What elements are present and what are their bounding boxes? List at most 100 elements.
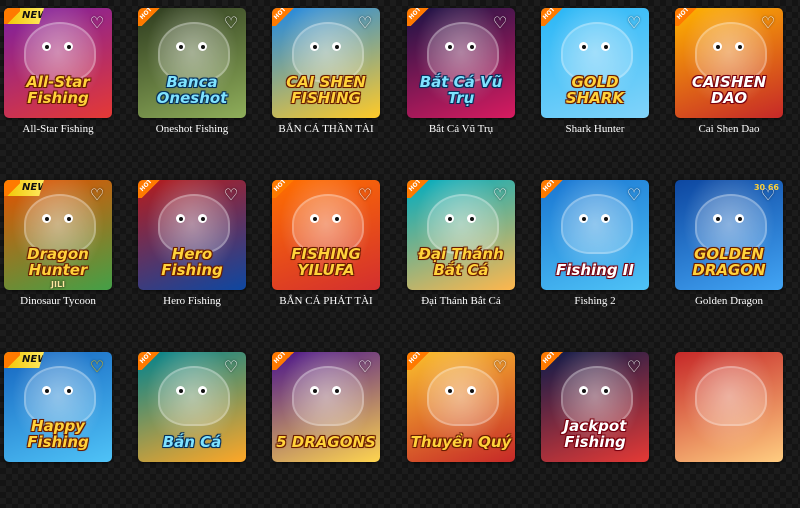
game-card[interactable] [669,348,789,508]
game-card[interactable]: All-Star Fishing NEW ♡ All-Star Fishing [0,4,118,164]
game-grid: All-Star Fishing NEW ♡ All-Star Fishing Banc… [0,0,800,462]
game-thumbnail[interactable]: Fishing II HOT ♡ [541,180,649,290]
game-logo-text: CAI SHEN FISHING [286,73,366,107]
hot-badge: HOT [541,8,563,26]
favorite-heart-icon[interactable]: ♡ [491,14,509,32]
favorite-heart-icon[interactable]: ♡ [491,186,509,204]
game-thumbnail[interactable]: Bắn Cá HOT ♡ [138,352,246,462]
game-thumbnail[interactable]: Jackpot Fishing HOT ♡ [541,352,649,462]
game-title[interactable]: Bắt Cá Vũ Trụ [401,122,521,136]
game-title[interactable]: BẮN CÁ THẦN TÀI [266,122,386,136]
game-thumbnail[interactable]: 5 DRAGONS HOT ♡ [272,352,380,462]
character-eye [579,214,588,223]
game-title[interactable]: Fishing 2 [535,294,655,308]
character-eye [332,42,341,51]
favorite-heart-icon[interactable]: ♡ [356,14,374,32]
hot-badge-label: HOT [541,352,557,366]
character-eye [445,214,454,223]
game-title[interactable]: BẮN CÁ PHÁT TÀI [266,294,386,308]
character-eye [198,386,207,395]
game-logo-text: Bắn Cá [162,433,222,451]
game-card[interactable]: CAISHEN DAO HOT ♡ Cai Shen Dao [669,4,789,164]
favorite-heart-icon[interactable]: ♡ [625,186,643,204]
character-eye [445,386,454,395]
game-logo-text: GOLDEN DRAGON [692,245,766,279]
game-title[interactable]: All-Star Fishing [0,122,118,136]
favorite-heart-icon[interactable]: ♡ [222,14,240,32]
game-card[interactable]: FISHING YILUFA HOT ♡ BẮN CÁ PHÁT TÀI [266,176,386,336]
game-card[interactable]: GOLDEN DRAGON 30 66 ♡ Golden Dragon [669,176,789,336]
favorite-heart-icon[interactable]: ♡ [356,186,374,204]
game-thumbnail[interactable]: Happy Fishing NEW ♡ [4,352,112,462]
favorite-heart-icon[interactable]: ♡ [491,358,509,376]
game-thumbnail[interactable] [675,352,783,462]
favorite-heart-icon[interactable]: ♡ [88,358,106,376]
game-thumbnail[interactable]: GOLDEN DRAGON 30 66 ♡ [675,180,783,290]
character-eye [735,42,744,51]
game-card[interactable]: Banca Oneshot HOT ♡ Oneshot Fishing [132,4,252,164]
favorite-heart-icon[interactable]: ♡ [759,186,777,204]
new-badge: NEW [4,180,44,196]
game-character-art [292,366,364,426]
game-title[interactable]: Oneshot Fishing [132,122,252,136]
game-card[interactable]: CAI SHEN FISHING HOT ♡ BẮN CÁ THẦN TÀI [266,4,386,164]
game-card[interactable]: 5 DRAGONS HOT ♡ [266,348,386,508]
game-card[interactable]: Đại Thánh Bắt Cá HOT ♡ Đại Thánh Bắt Cá [401,176,521,336]
game-title[interactable]: Dinosaur Tycoon [0,294,118,308]
hot-badge: HOT [541,180,563,198]
game-title[interactable]: Shark Hunter [535,122,655,136]
game-thumbnail[interactable]: CAISHEN DAO HOT ♡ [675,8,783,118]
favorite-heart-icon[interactable]: ♡ [625,358,643,376]
game-thumbnail[interactable]: FISHING YILUFA HOT ♡ [272,180,380,290]
game-card[interactable]: Happy Fishing NEW ♡ [0,348,118,508]
hot-badge: HOT [407,180,429,198]
game-title[interactable]: Đại Thánh Bắt Cá [401,294,521,308]
character-eye [198,42,207,51]
favorite-heart-icon[interactable]: ♡ [222,186,240,204]
hot-badge: HOT [541,352,563,370]
game-thumbnail[interactable]: CAI SHEN FISHING HOT ♡ [272,8,380,118]
game-card[interactable]: Thuyền Quý HOT ♡ [401,348,521,508]
game-title[interactable]: Cai Shen Dao [669,122,789,136]
game-thumbnail[interactable]: GOLD SHARK HOT ♡ [541,8,649,118]
hot-badge-label: HOT [675,8,691,22]
game-logo-text: Bắt Cá Vũ Trụ [419,73,503,107]
hot-badge: HOT [138,352,160,370]
character-eye [176,214,185,223]
favorite-heart-icon[interactable]: ♡ [356,358,374,376]
game-thumbnail[interactable]: Banca Oneshot HOT ♡ [138,8,246,118]
favorite-heart-icon[interactable]: ♡ [759,14,777,32]
game-thumbnail[interactable]: Dragon Hunter JILI NEW ♡ [4,180,112,290]
game-title[interactable]: Hero Fishing [132,294,252,308]
game-logo-text: Banca Oneshot [156,73,228,107]
game-card[interactable]: GOLD SHARK HOT ♡ Shark Hunter [535,4,655,164]
game-logo-text: Hero Fishing [161,245,223,279]
game-logo-text: All-Star Fishing [26,73,90,107]
game-logo-text: GOLD SHARK [565,73,625,107]
game-card[interactable]: Jackpot Fishing HOT ♡ [535,348,655,508]
favorite-heart-icon[interactable]: ♡ [88,186,106,204]
character-eye [42,214,51,223]
game-thumbnail[interactable]: Thuyền Quý HOT ♡ [407,352,515,462]
game-logo-text: Dragon Hunter [27,245,89,279]
game-title[interactable]: Golden Dragon [669,294,789,308]
game-thumbnail[interactable]: All-Star Fishing NEW ♡ [4,8,112,118]
game-thumbnail[interactable]: Hero Fishing HOT ♡ [138,180,246,290]
game-thumbnail[interactable]: Bắt Cá Vũ Trụ HOT ♡ [407,8,515,118]
favorite-heart-icon[interactable]: ♡ [625,14,643,32]
game-card[interactable]: Bắt Cá Vũ Trụ HOT ♡ Bắt Cá Vũ Trụ [401,4,521,164]
game-thumbnail[interactable]: Đại Thánh Bắt Cá HOT ♡ [407,180,515,290]
character-eye [176,42,185,51]
hot-badge: HOT [407,8,429,26]
game-logo-text: Đại Thánh Bắt Cá [418,245,504,279]
hot-badge-label: HOT [272,352,288,366]
game-card[interactable]: Fishing II HOT ♡ Fishing 2 [535,176,655,336]
game-logo-text: Happy Fishing [27,417,89,451]
new-badge: NEW [4,352,44,368]
game-card[interactable]: Dragon Hunter JILI NEW ♡ Dinosaur Tycoon [0,176,118,336]
favorite-heart-icon[interactable]: ♡ [222,358,240,376]
game-card[interactable]: Hero Fishing HOT ♡ Hero Fishing [132,176,252,336]
character-eye [64,214,73,223]
game-card[interactable]: Bắn Cá HOT ♡ [132,348,252,508]
favorite-heart-icon[interactable]: ♡ [88,14,106,32]
